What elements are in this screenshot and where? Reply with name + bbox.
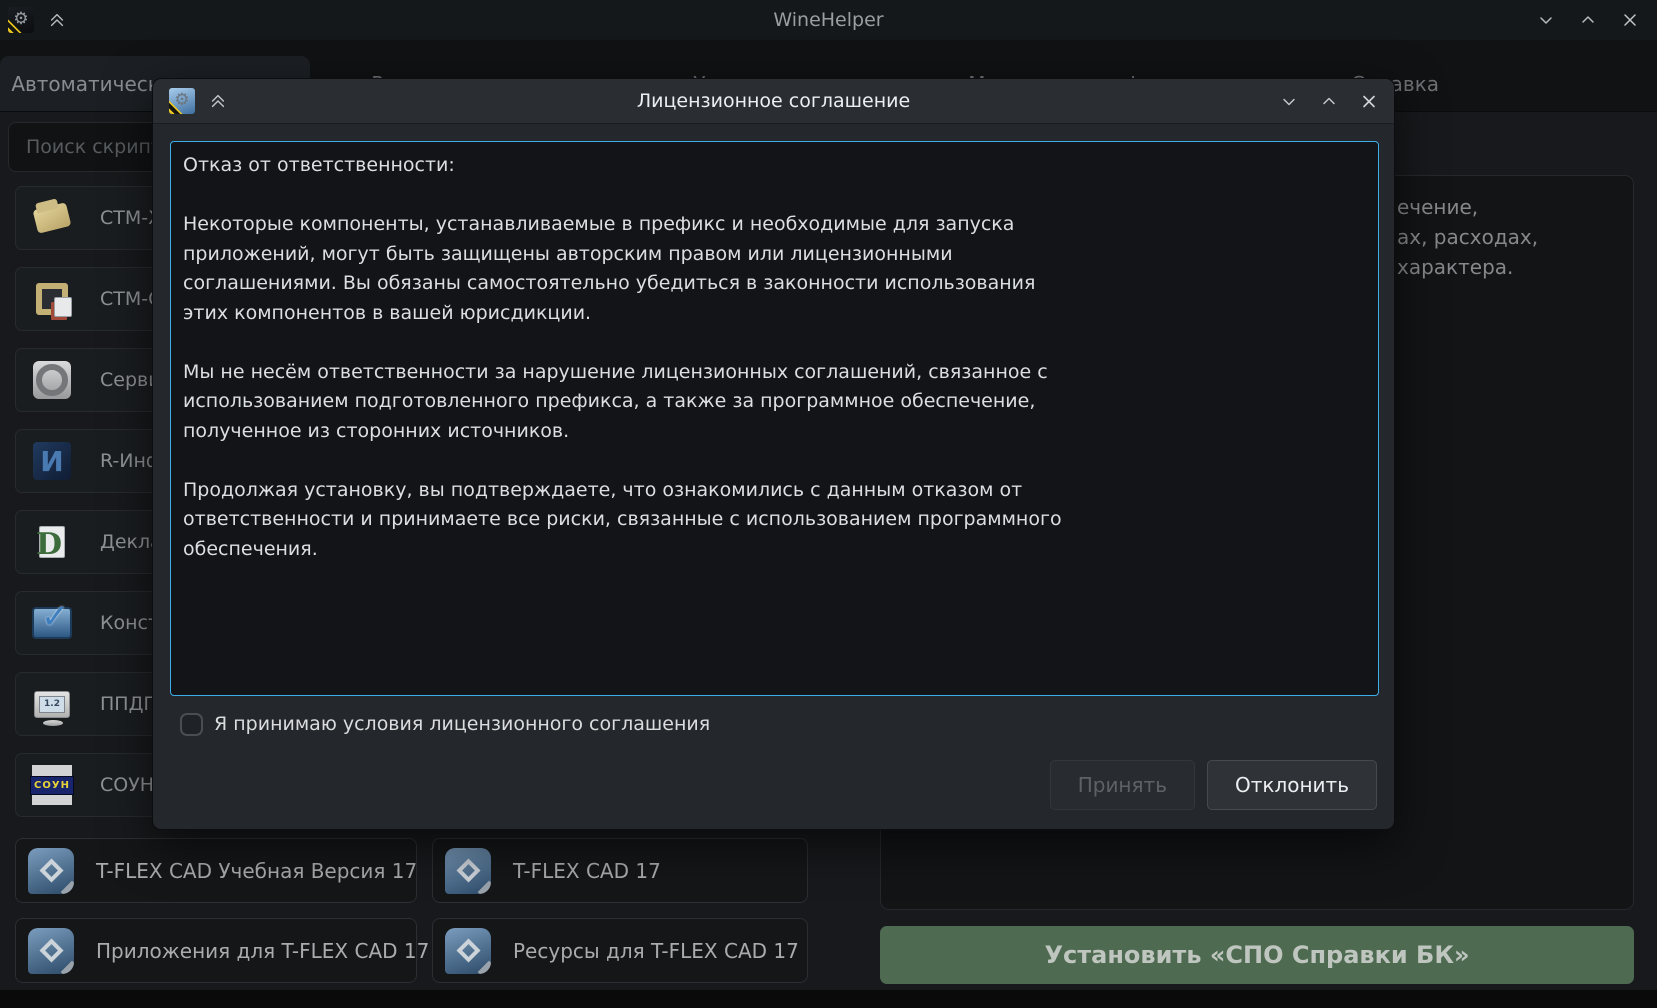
- shade-window-button[interactable]: [48, 11, 66, 29]
- tflex-icon: [28, 848, 74, 894]
- decline-button[interactable]: Отклонить: [1207, 760, 1377, 810]
- winehelper-window: ⚙ WineHelper Автоматическая установка Ру…: [0, 0, 1657, 1008]
- crt-monitor-icon: 1.2: [30, 682, 74, 726]
- soun-badge-icon: СОУН: [30, 763, 74, 807]
- dialog-close-button[interactable]: [1360, 92, 1378, 110]
- accept-terms-row[interactable]: Я принимаю условия лицензионного соглаше…: [180, 709, 1377, 739]
- app-gear-hazard-icon: ⚙: [8, 7, 34, 33]
- double-chevron-up-icon: [48, 10, 66, 30]
- double-chevron-up-icon: [209, 91, 227, 111]
- dialog-window-controls: [1280, 92, 1378, 110]
- main-titlebar: ⚙ WineHelper: [0, 0, 1657, 40]
- script-item-tflex-apps[interactable]: Приложения для T-FLEX CAD 17: [15, 918, 417, 983]
- blue-letter-i-icon: И: [30, 439, 74, 483]
- dialog-maximize-button[interactable]: [1320, 92, 1338, 110]
- bottom-strip: [0, 990, 1657, 1008]
- install-spo-spravki-bk-button[interactable]: Установить «СПО Справки БК»: [880, 926, 1634, 984]
- accept-terms-label: Я принимаю условия лицензионного соглаше…: [214, 713, 710, 735]
- script-item-tflex-resources[interactable]: Ресурсы для T-FLEX CAD 17: [432, 918, 808, 983]
- dialog-title: Лицензионное соглашение: [153, 90, 1394, 112]
- tflex-icon: [445, 928, 491, 974]
- script-label: СОУН: [100, 774, 154, 796]
- script-item-tflex-uchebnaya[interactable]: T-FLEX CAD Учебная Версия 17: [15, 838, 417, 903]
- checkmark-screen-icon: [30, 601, 74, 645]
- dialog-titlebar: ⚙ Лицензионное соглашение: [153, 79, 1394, 124]
- dialog-gear-hazard-icon: ⚙: [169, 88, 195, 114]
- chevron-down-icon: [1537, 11, 1555, 29]
- tflex-icon: [28, 928, 74, 974]
- script-label: T-FLEX CAD 17: [513, 859, 661, 883]
- script-label: T-FLEX CAD Учебная Версия 17: [96, 859, 417, 883]
- window-controls: [1537, 11, 1639, 29]
- chevron-up-icon: [1579, 11, 1597, 29]
- maximize-button[interactable]: [1579, 11, 1597, 29]
- script-label: ППДГ: [100, 693, 155, 715]
- script-label: Конст: [100, 612, 159, 634]
- chevron-up-icon: [1320, 92, 1338, 111]
- dialog-buttons-row: Принять Отклонить: [170, 760, 1377, 810]
- license-text-area[interactable]: Отказ от ответственности: Некоторые комп…: [170, 141, 1379, 696]
- accept-button[interactable]: Принять: [1050, 760, 1195, 810]
- dialog-minimize-button[interactable]: [1280, 92, 1298, 110]
- grey-ring-icon: [30, 358, 74, 402]
- dialog-body: Отказ от ответственности: Некоторые комп…: [153, 124, 1394, 827]
- accept-terms-checkbox[interactable]: [180, 713, 203, 736]
- documents-d-icon: [30, 520, 74, 564]
- dialog-shade-button[interactable]: [209, 92, 227, 110]
- tflex-icon: [445, 848, 491, 894]
- folder-documents-icon: [30, 196, 74, 240]
- frame-document-icon: [30, 277, 74, 321]
- close-button[interactable]: [1621, 11, 1639, 29]
- window-title: WineHelper: [0, 9, 1657, 31]
- license-agreement-dialog: ⚙ Лицензионное соглашение Отказ от ответ…: [152, 78, 1395, 830]
- description-text-fragment: ечение, ах, расходах, характера.: [1397, 192, 1538, 282]
- chevron-down-icon: [1280, 92, 1298, 111]
- close-icon: [1360, 92, 1378, 111]
- close-icon: [1621, 11, 1639, 29]
- script-label: Приложения для T-FLEX CAD 17: [96, 939, 429, 963]
- script-item-tflex-cad17[interactable]: T-FLEX CAD 17: [432, 838, 808, 903]
- script-label: Ресурсы для T-FLEX CAD 17: [513, 939, 799, 963]
- minimize-button[interactable]: [1537, 11, 1555, 29]
